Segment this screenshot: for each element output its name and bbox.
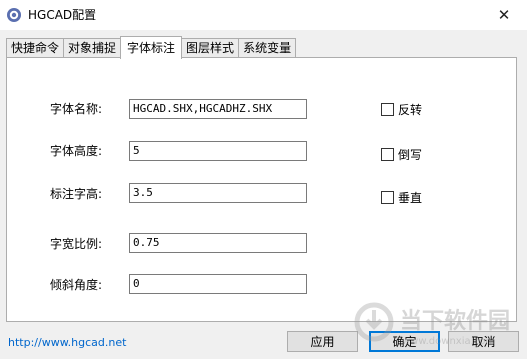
width-ratio-label: 字宽比例: (50, 237, 103, 251)
oblique-angle-label: 倾斜角度: (50, 278, 103, 292)
ok-button[interactable]: 确定 (369, 331, 440, 352)
checkbox-box[interactable] (381, 191, 394, 204)
font-name-input[interactable] (129, 99, 307, 119)
tab-layer-style[interactable]: 图层样式 (181, 38, 240, 59)
dim-text-height-label: 标注字高: (50, 187, 103, 201)
tab-shortcut-commands[interactable]: 快捷命令 (6, 38, 65, 59)
checkbox-box[interactable] (381, 103, 394, 116)
dim-text-height-input[interactable] (129, 183, 307, 203)
font-height-input[interactable] (129, 141, 307, 161)
checkbox-box[interactable] (381, 148, 394, 161)
close-icon: ✕ (497, 6, 511, 24)
cancel-button[interactable]: 取消 (448, 331, 519, 352)
reverse-checkbox-label: 反转 (398, 103, 423, 117)
upside-down-checkbox[interactable]: 倒写 (381, 146, 422, 163)
oblique-angle-input[interactable] (129, 274, 307, 294)
font-name-label: 字体名称: (50, 102, 103, 116)
website-link[interactable]: http://www.hgcad.net (8, 336, 126, 349)
upside-down-checkbox-label: 倒写 (398, 148, 423, 162)
app-icon (7, 8, 21, 22)
reverse-checkbox[interactable]: 反转 (381, 101, 422, 118)
vertical-checkbox-label: 垂直 (398, 191, 423, 205)
title-bar: HGCAD配置 ✕ (0, 0, 527, 30)
font-height-label: 字体高度: (50, 144, 103, 158)
tab-object-snap[interactable]: 对象捕捉 (63, 38, 122, 59)
window-title: HGCAD配置 (28, 8, 97, 22)
tab-font-dimension[interactable]: 字体标注 (120, 36, 183, 59)
apply-button[interactable]: 应用 (287, 331, 358, 352)
width-ratio-input[interactable] (129, 233, 307, 253)
tab-system-variables[interactable]: 系统变量 (238, 38, 297, 59)
tab-strip: 快捷命令 对象捕捉 字体标注 图层样式 系统变量 (6, 36, 297, 59)
close-button[interactable]: ✕ (481, 0, 527, 30)
vertical-checkbox[interactable]: 垂直 (381, 189, 422, 206)
